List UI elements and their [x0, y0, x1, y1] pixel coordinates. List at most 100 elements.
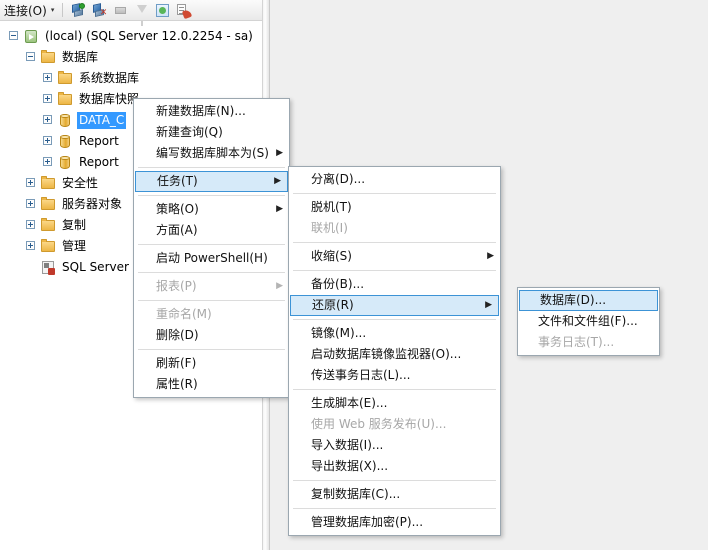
menu-separator — [138, 167, 285, 168]
folder-icon — [57, 71, 73, 86]
submenu-arrow-icon: ▶ — [485, 300, 492, 310]
database-icon — [57, 113, 73, 128]
tree-node-label: DATA_C — [77, 112, 127, 129]
menu-separator — [293, 270, 496, 271]
expand-icon[interactable] — [26, 199, 37, 210]
menu-item[interactable]: 导出数据(X)... — [289, 456, 500, 477]
toolbar-separator — [62, 3, 64, 17]
refresh-icon[interactable] — [153, 1, 172, 20]
expand-icon[interactable] — [43, 136, 54, 147]
menu-item[interactable]: 导入数据(I)... — [289, 435, 500, 456]
tree-node-label: (local) (SQL Server 12.0.2254 - sa) — [45, 29, 253, 43]
menu-item[interactable]: 数据库(D)... — [519, 290, 658, 311]
menu-separator — [138, 349, 285, 350]
menu-item[interactable]: 传送事务日志(L)... — [289, 365, 500, 386]
submenu-arrow-icon: ▶ — [276, 204, 283, 214]
menu-separator — [138, 300, 285, 301]
menu-item[interactable]: 方面(A) — [134, 220, 289, 241]
menu-item-label: 任务(T) — [157, 174, 198, 188]
connect-object-explorer-icon[interactable] — [69, 1, 88, 20]
menu-separator — [293, 319, 496, 320]
server-icon — [23, 29, 39, 44]
menu-item[interactable]: 策略(O) ▶ — [134, 199, 289, 220]
menu-item-label: 启动 PowerShell(H) — [156, 251, 268, 265]
menu-item-label: 传送事务日志(L)... — [311, 368, 411, 382]
menu-item: 使用 Web 服务发布(U)... — [289, 414, 500, 435]
menu-item[interactable]: 生成脚本(E)... — [289, 393, 500, 414]
menu-item[interactable]: 备份(B)... — [289, 274, 500, 295]
expand-icon[interactable] — [43, 73, 54, 84]
menu-item[interactable]: 新建数据库(N)... — [134, 101, 289, 122]
folder-icon — [40, 197, 56, 212]
menu-item[interactable]: 编写数据库脚本为(S) ▶ — [134, 143, 289, 164]
expand-icon[interactable] — [26, 178, 37, 189]
expand-icon[interactable] — [43, 94, 54, 105]
connect-button[interactable]: 连接(O) ▾ — [0, 1, 57, 20]
collapse-icon[interactable] — [26, 52, 37, 63]
tree-node-label: 数据库快照 — [79, 92, 140, 106]
tree-node-label: 复制 — [62, 218, 87, 232]
menu-item[interactable]: 启动数据库镜像监视器(O)... — [289, 344, 500, 365]
menu-item-label: 编写数据库脚本为(S) — [156, 146, 269, 160]
menu-item[interactable]: 文件和文件组(F)... — [518, 311, 659, 332]
menu-item[interactable]: 收缩(S) ▶ — [289, 246, 500, 267]
menu-item-label: 联机(I) — [311, 221, 348, 235]
menu-item[interactable]: 复制数据库(C)... — [289, 484, 500, 505]
menu-item[interactable]: 脱机(T) — [289, 197, 500, 218]
menu-item[interactable]: 属性(R) — [134, 374, 289, 395]
menu-item[interactable]: 任务(T) ▶ — [135, 171, 288, 192]
menu-item-label: 导入数据(I)... — [311, 438, 384, 452]
expand-icon[interactable] — [43, 115, 54, 126]
menu-item-label: 数据库(D)... — [540, 293, 607, 307]
menu-item-label: 重命名(M) — [156, 307, 212, 321]
tree-node-label: Report — [79, 155, 119, 169]
collapse-icon[interactable] — [9, 31, 20, 42]
menu-item[interactable]: 启动 PowerShell(H) — [134, 248, 289, 269]
menu-item-label: 生成脚本(E)... — [311, 396, 388, 410]
menu-item: 联机(I) — [289, 218, 500, 239]
menu-item-label: 新建数据库(N)... — [156, 104, 246, 118]
menu-item[interactable]: 刷新(F) — [134, 353, 289, 374]
menu-item[interactable]: 管理数据库加密(P)... — [289, 512, 500, 533]
menu-item: 重命名(M) — [134, 304, 289, 325]
folder-icon — [40, 50, 56, 65]
menu-item[interactable]: 还原(R) ▶ — [290, 295, 499, 316]
menu-item-label: 复制数据库(C)... — [311, 487, 401, 501]
menu-item-label: 报表(P) — [156, 279, 197, 293]
database-icon — [57, 155, 73, 170]
expand-icon[interactable] — [26, 241, 37, 252]
folder-icon — [40, 239, 56, 254]
menu-item[interactable]: 分离(D)... — [289, 169, 500, 190]
menu-separator — [293, 480, 496, 481]
database-context-menu[interactable]: 新建数据库(N)... 新建查询(Q) 编写数据库脚本为(S) ▶ 任务(T) ▶ 策略(O… — [133, 98, 290, 398]
expand-icon[interactable] — [26, 220, 37, 231]
menu-item-label: 导出数据(X)... — [311, 459, 389, 473]
tree-node-label: 数据库 — [62, 50, 99, 64]
tree-node-label: 管理 — [62, 239, 87, 253]
menu-item-label: 属性(R) — [156, 377, 198, 391]
tasks-submenu[interactable]: 分离(D)... 脱机(T) 联机(I) 收缩(S) ▶ 备份(B)... 还原(R) ▶ 镜像… — [288, 166, 501, 536]
menu-item-label: 方面(A) — [156, 223, 198, 237]
tree-node[interactable]: 数据库 — [0, 47, 262, 68]
menu-item[interactable]: 删除(D) — [134, 325, 289, 346]
sql-agent-icon — [40, 260, 56, 275]
submenu-arrow-icon: ▶ — [487, 251, 494, 261]
menu-item[interactable]: 新建查询(Q) — [134, 122, 289, 143]
disconnect-object-explorer-icon[interactable]: ✕ — [90, 1, 109, 20]
menu-item-label: 策略(O) — [156, 202, 199, 216]
tree-node[interactable]: (local) (SQL Server 12.0.2254 - sa) — [0, 26, 262, 47]
tree-node-label: SQL Server — [62, 260, 129, 274]
folder-icon — [40, 176, 56, 191]
menu-separator — [293, 508, 496, 509]
expand-icon[interactable] — [43, 157, 54, 168]
folder-icon — [40, 218, 56, 233]
script-icon[interactable] — [174, 1, 193, 20]
restore-submenu[interactable]: 数据库(D)... 文件和文件组(F)... 事务日志(T)... — [517, 287, 660, 356]
menu-separator — [293, 389, 496, 390]
menu-item[interactable]: 镜像(M)... — [289, 323, 500, 344]
menu-item-label: 新建查询(Q) — [156, 125, 223, 139]
object-explorer-toolbar: 连接(O) ▾ ✕ — [0, 0, 262, 26]
tree-node[interactable]: 系统数据库 — [0, 68, 262, 89]
menu-item-label: 使用 Web 服务发布(U)... — [311, 417, 447, 431]
menu-separator — [293, 242, 496, 243]
